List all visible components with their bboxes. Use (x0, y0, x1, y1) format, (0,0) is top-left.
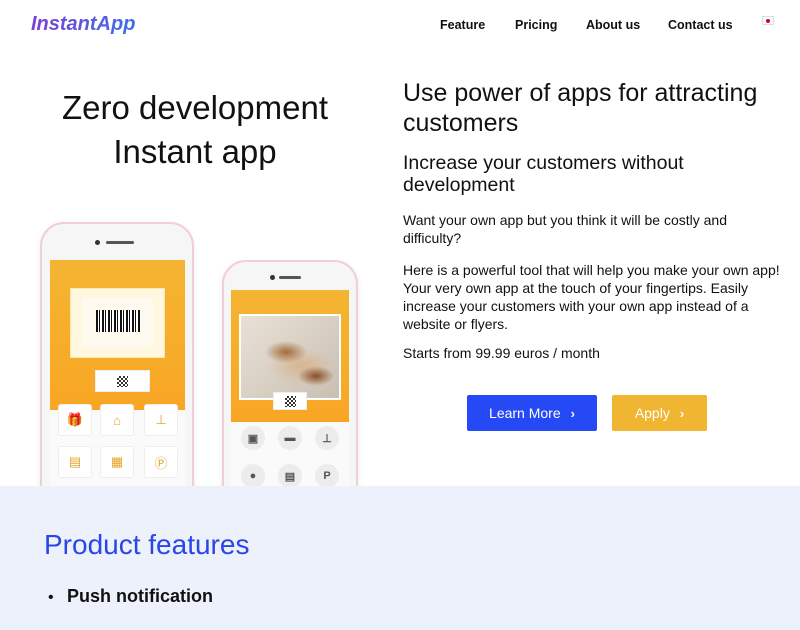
hero-paragraph-1: Want your own app but you think it will … (403, 212, 727, 246)
qr-button (273, 392, 307, 410)
home-icon: ⌂ (100, 404, 134, 436)
features-title: Product features (44, 529, 250, 560)
parking-icon: Ⓟ (144, 446, 178, 478)
gift-icon: ▣ (241, 426, 265, 450)
shop-icon: ▤ (58, 446, 92, 478)
nav-about-us[interactable]: About us (586, 18, 640, 32)
document-icon: ▤ (278, 464, 302, 488)
hero-title-line2: Instant app (113, 133, 277, 170)
learn-more-label: Learn More (489, 405, 561, 421)
location-icon: ● (241, 464, 265, 488)
document-icon: ▦ (100, 446, 134, 478)
hero-subheading: Increase your customers without developm… (403, 152, 684, 196)
barcode-icon (96, 310, 140, 332)
apply-label: Apply (634, 405, 670, 421)
hero-title-line1: Zero development (62, 89, 328, 126)
phone-mockup-right: ▣ ▬ ⊥ ● ▤ P (222, 260, 358, 512)
gift-icon: 🎁 (58, 404, 92, 436)
food-photo (239, 314, 341, 400)
stamp-icon: ⊥ (144, 404, 178, 436)
qr-code-icon (117, 375, 128, 387)
apply-button[interactable]: Apply › (612, 395, 707, 431)
language-flag-icon[interactable] (762, 16, 774, 25)
card-icon: ▬ (278, 426, 302, 450)
phone-mockup-left: 🎁 ⌂ ⊥ ▤ ▦ Ⓟ (40, 222, 194, 512)
qr-button (95, 370, 150, 392)
nav-feature[interactable]: Feature (440, 18, 485, 32)
hero-paragraph-2: Here is a powerful tool that will help y… (403, 262, 780, 332)
nav-pricing[interactable]: Pricing (515, 18, 557, 32)
hero-heading: Use power of apps for attracting custome… (403, 79, 758, 137)
qr-code-icon (284, 395, 296, 407)
stamp-icon: ⊥ (315, 426, 339, 450)
parking-icon: P (315, 464, 339, 488)
bullet-icon: • (48, 589, 54, 606)
learn-more-button[interactable]: Learn More › (467, 395, 597, 431)
hero-title: Zero development Instant app (30, 86, 360, 174)
price-text: Starts from 99.99 euros / month (403, 345, 600, 361)
nav-contact-us[interactable]: Contact us (668, 18, 733, 32)
feature-item: Push notification (67, 586, 213, 606)
chevron-right-icon: › (570, 405, 575, 421)
chevron-right-icon: › (679, 405, 685, 421)
logo[interactable]: InstantApp (31, 13, 135, 36)
